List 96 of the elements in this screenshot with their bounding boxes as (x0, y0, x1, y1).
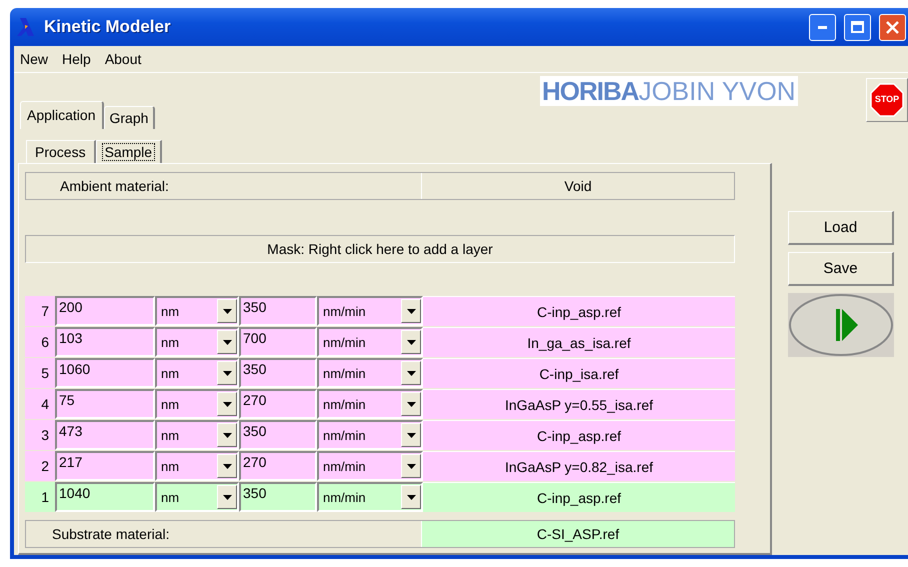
dropdown-arrow-icon (406, 402, 416, 406)
stop-button[interactable]: STOP (866, 78, 908, 122)
layer-number: 2 (25, 451, 55, 481)
rate-field[interactable]: 350 (239, 296, 317, 326)
minimize-button[interactable] (809, 14, 836, 40)
unit-dropdown[interactable]: nm (155, 389, 239, 419)
material-cell[interactable]: C-inp_asp.ref (423, 296, 735, 326)
window-title: Kinetic Modeler (44, 17, 172, 37)
unit-dropdown[interactable]: nm (155, 358, 239, 388)
layer-number: 3 (25, 420, 55, 450)
dropdown-arrow-icon (222, 494, 232, 500)
unit-dropdown[interactable]: nm (155, 482, 239, 512)
dropdown-arrow-icon (222, 308, 232, 314)
unit-dropdown[interactable]: nm/min (317, 482, 423, 512)
maximize-button[interactable] (844, 14, 871, 40)
dropdown-value: nm/min (322, 334, 367, 350)
rate-field[interactable]: 350 (239, 420, 317, 450)
thickness-field[interactable]: 1060 (55, 358, 155, 388)
layer-number: 1 (25, 482, 55, 512)
rate-field[interactable]: 270 (239, 451, 317, 481)
dropdown-value: nm (160, 334, 180, 350)
close-button[interactable] (879, 14, 906, 40)
dropdown-arrow-icon (406, 464, 416, 468)
unit-dropdown[interactable]: nm/min (317, 389, 423, 419)
tab[interactable]: Sample (96, 140, 162, 163)
substrate-value: C-SI_ASP.ref (421, 521, 734, 547)
unit-dropdown[interactable]: nm (155, 327, 239, 357)
substrate-label: Substrate material: (51, 525, 170, 544)
material-cell[interactable]: InGaAsP y=0.82_isa.ref (423, 451, 735, 481)
ambient-label: Ambient material: (59, 177, 170, 196)
unit-dropdown[interactable]: nm (155, 296, 239, 326)
dropdown-value: nm (160, 458, 180, 474)
thickness-field[interactable]: 200 (55, 296, 155, 326)
dropdown-arrow-icon (222, 432, 232, 438)
tab[interactable]: Process (26, 140, 96, 163)
dropdown-value: nm/min (322, 304, 367, 318)
tab[interactable]: Graph (104, 106, 156, 129)
dropdown-value: nm (160, 304, 180, 318)
unit-dropdown[interactable]: nm (155, 451, 239, 481)
layer-number: 5 (25, 358, 55, 388)
rate-field[interactable]: 350 (239, 358, 317, 388)
menu-item[interactable]: About (104, 51, 142, 67)
dropdown-arrow-icon (222, 402, 232, 406)
unit-dropdown[interactable]: nm/min (317, 358, 423, 388)
stop-sign-icon (870, 83, 904, 117)
dropdown-value: nm/min (322, 490, 367, 504)
dropdown-value: nm/min (322, 458, 367, 474)
dropdown-arrow-icon (406, 370, 416, 376)
dropdown-value: nm/min (322, 366, 367, 380)
play-icon (788, 293, 894, 357)
material-cell[interactable]: C-inp_asp.ref (423, 420, 735, 450)
unit-dropdown[interactable]: nm (155, 420, 239, 450)
thickness-field[interactable]: 473 (55, 420, 155, 450)
company-logo: HORIBAJOBIN YVON (540, 76, 798, 106)
close-icon (886, 20, 899, 34)
action-button[interactable]: Load (788, 211, 894, 245)
layer-number: 7 (25, 296, 55, 326)
layer-number: 6 (25, 327, 55, 357)
menu-item[interactable]: Help (62, 51, 91, 67)
thickness-field[interactable]: 1040 (55, 482, 155, 512)
thickness-field[interactable]: 75 (55, 389, 155, 419)
menu-item[interactable]: New (20, 51, 48, 67)
dropdown-value: nm/min (322, 428, 367, 442)
thickness-field[interactable]: 217 (55, 451, 155, 481)
rate-field[interactable]: 700 (239, 327, 317, 357)
material-cell[interactable]: C-inp_isa.ref (423, 358, 735, 388)
unit-dropdown[interactable]: nm/min (317, 296, 423, 326)
unit-dropdown[interactable]: nm/min (317, 420, 423, 450)
dropdown-value: nm (160, 428, 180, 442)
dropdown-arrow-icon (406, 340, 416, 344)
thickness-field[interactable]: 103 (55, 327, 155, 357)
layer-number: 4 (25, 389, 55, 419)
dropdown-value: nm (160, 396, 180, 412)
dropdown-arrow-icon (406, 432, 416, 438)
material-cell[interactable]: InGaAsP y=0.55_isa.ref (423, 389, 735, 419)
maximize-icon (851, 21, 864, 33)
dropdown-arrow-icon (406, 494, 416, 500)
dropdown-arrow-icon (222, 464, 232, 468)
dropdown-value: nm (160, 490, 180, 504)
minimize-icon (818, 26, 827, 28)
ambient-value: Void (421, 173, 734, 199)
dropdown-value: nm (160, 366, 180, 380)
run-button[interactable] (788, 293, 894, 357)
unit-dropdown[interactable]: nm/min (317, 327, 423, 357)
rate-field[interactable]: 350 (239, 482, 317, 512)
unit-dropdown[interactable]: nm/min (317, 451, 423, 481)
rate-field[interactable]: 270 (239, 389, 317, 419)
dropdown-arrow-icon (222, 370, 232, 376)
material-cell[interactable]: In_ga_as_isa.ref (423, 327, 735, 357)
mask-layer[interactable]: Mask: Right click here to add a layer (25, 235, 735, 263)
dropdown-arrow-icon (222, 340, 232, 344)
tab[interactable]: Application (20, 101, 104, 129)
material-cell[interactable]: C-inp_asp.ref (423, 482, 735, 512)
action-button[interactable]: Save (788, 252, 894, 286)
dropdown-value: nm/min (322, 396, 367, 412)
dropdown-arrow-icon (406, 308, 416, 314)
